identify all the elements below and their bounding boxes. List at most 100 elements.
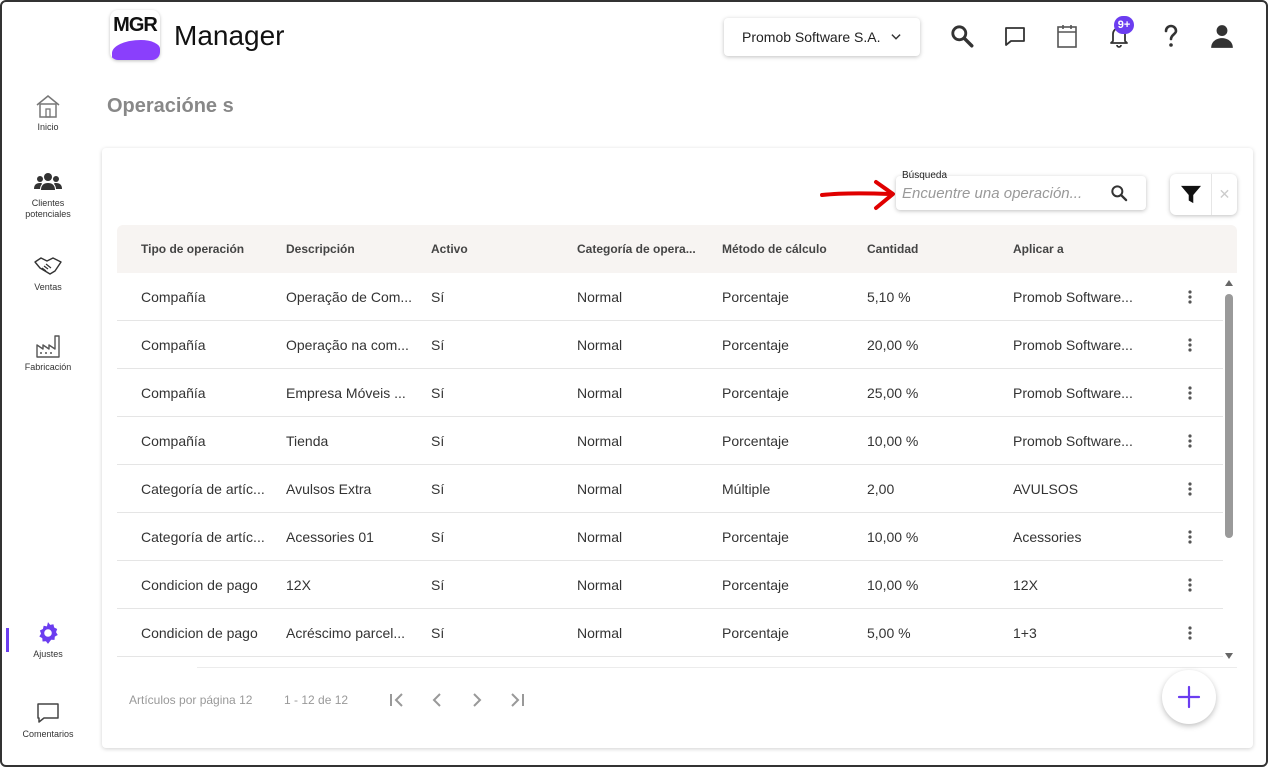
cell-activo: Sí [431, 529, 445, 545]
scroll-up-icon[interactable] [1224, 280, 1234, 290]
column-header[interactable]: Aplicar a [1013, 242, 1143, 256]
gear-icon [8, 619, 88, 647]
cell-tipo: Compañía [141, 289, 206, 305]
cell-activo: Sí [431, 577, 445, 593]
sidebar-item-label: Ajustes [33, 649, 63, 659]
column-header[interactable]: Cantidad [867, 242, 997, 256]
plus-icon [1177, 685, 1201, 709]
column-header[interactable]: Descripción [286, 242, 416, 256]
cell-tipo: Condicion de pago [141, 625, 258, 641]
chat-icon[interactable] [1001, 22, 1029, 50]
calendar-icon[interactable] [1053, 22, 1081, 50]
sidebar-item-ajustes[interactable]: Ajustes [8, 619, 88, 660]
cell-activo: Sí [431, 433, 445, 449]
table-row[interactable]: Compañía Operação de Com... Sí Normal Po… [117, 273, 1223, 321]
more-vert-icon[interactable] [1181, 383, 1199, 403]
cell-categoria: Normal [577, 625, 623, 641]
logo-swoosh [112, 40, 160, 60]
cell-metodo: Múltiple [722, 481, 771, 497]
last-page-icon[interactable] [507, 690, 527, 710]
cell-categoria: Normal [577, 433, 623, 449]
search-icon[interactable] [948, 22, 976, 50]
table-row[interactable]: Compañía Empresa Móveis ... Sí Normal Po… [117, 369, 1223, 417]
people-icon [8, 168, 88, 196]
sidebar-item-comentarios[interactable]: Comentarios [8, 699, 88, 740]
sidebar-item-label: Fabricación [24, 362, 72, 372]
add-operation-button[interactable] [1162, 670, 1216, 724]
more-vert-icon[interactable] [1181, 431, 1199, 451]
column-header[interactable]: Método de cálculo [722, 242, 852, 256]
cell-cantidad: 10,00 % [867, 433, 919, 449]
cell-cantidad: 5,10 % [867, 289, 911, 305]
sidebar-item-fabricacion[interactable]: Fabricación [8, 332, 88, 373]
app-frame: MGR Manager Promob Software S.A. 9+ Inic… [0, 0, 1268, 767]
handshake-icon [8, 252, 88, 280]
home-icon [8, 92, 88, 120]
clear-filter-icon[interactable]: ✕ [1212, 174, 1237, 215]
cell-metodo: Porcentaje [722, 385, 789, 401]
sidebar-item-inicio[interactable]: Inicio [8, 92, 88, 133]
cell-descripcion: Avulsos Extra [286, 481, 372, 497]
search-input[interactable] [902, 182, 1098, 204]
cell-tipo: Condicion de pago [141, 577, 258, 593]
table-row[interactable]: Compañía Tienda Sí Normal Porcentaje 10,… [117, 417, 1223, 465]
scrollbar-thumb[interactable] [1225, 294, 1233, 538]
cell-tipo: Categoría de artíc... [141, 481, 265, 497]
notification-badge: 9+ [1114, 16, 1134, 34]
more-vert-icon[interactable] [1181, 479, 1199, 499]
cell-metodo: Porcentaje [722, 529, 789, 545]
table-row[interactable]: Categoría de artíc... Acessories 01 Sí N… [117, 513, 1223, 561]
page-title: Operacióne s [107, 95, 234, 117]
sidebar-item-label: Inicio [37, 122, 59, 132]
cell-categoria: Normal [577, 481, 623, 497]
more-vert-icon[interactable] [1181, 335, 1199, 355]
cell-aplicar: Promob Software... [1013, 433, 1133, 449]
table-row[interactable]: Compañía Operação na com... Sí Normal Po… [117, 321, 1223, 369]
cell-aplicar: Promob Software... [1013, 289, 1133, 305]
cell-aplicar: Promob Software... [1013, 385, 1133, 401]
app-logo[interactable]: MGR [110, 10, 160, 60]
cell-activo: Sí [431, 385, 445, 401]
table-header: Tipo de operación Descripción Activo Cat… [117, 225, 1237, 273]
user-icon[interactable] [1208, 22, 1236, 50]
factory-icon [8, 332, 88, 360]
cell-metodo: Porcentaje [722, 625, 789, 641]
cell-metodo: Porcentaje [722, 289, 789, 305]
table-row[interactable]: Condicion de pago 12X Sí Normal Porcenta… [117, 561, 1223, 609]
help-icon[interactable] [1157, 22, 1185, 50]
cell-aplicar: AVULSOS [1013, 481, 1079, 497]
cell-cantidad: 5,00 % [867, 625, 911, 641]
app-title: Manager [174, 20, 285, 51]
cell-cantidad: 2,00 [867, 481, 895, 497]
search-submit-icon[interactable] [1108, 182, 1130, 204]
scroll-down-icon[interactable] [1224, 653, 1234, 663]
table-row[interactable]: Condicion de pago Acréscimo parcel... Sí… [117, 609, 1223, 657]
more-vert-icon[interactable] [1181, 527, 1199, 547]
cell-tipo: Compañía [141, 385, 206, 401]
table-row[interactable]: Categoría de artíc... Avulsos Extra Sí N… [117, 465, 1223, 513]
cell-categoria: Normal [577, 337, 623, 353]
cell-activo: Sí [431, 481, 445, 497]
more-vert-icon[interactable] [1181, 575, 1199, 595]
company-name: Promob Software S.A. [742, 29, 881, 45]
cell-cantidad: 10,00 % [867, 529, 919, 545]
cell-cantidad: 25,00 % [867, 385, 919, 401]
prev-page-icon[interactable] [427, 690, 447, 710]
filter-icon[interactable] [1170, 174, 1212, 215]
sidebar-item-ventas[interactable]: Ventas [8, 252, 88, 293]
sidebar-item-clientes[interactable]: Clientes potenciales [8, 168, 88, 220]
cell-categoria: Normal [577, 577, 623, 593]
column-header[interactable]: Tipo de operación [141, 242, 271, 256]
first-page-icon[interactable] [387, 690, 407, 710]
more-vert-icon[interactable] [1181, 623, 1199, 643]
cell-activo: Sí [431, 337, 445, 353]
next-page-icon[interactable] [467, 690, 487, 710]
table-scrollbar[interactable] [1224, 280, 1234, 666]
company-selector[interactable]: Promob Software S.A. [724, 18, 920, 56]
chevron-down-icon [889, 30, 903, 44]
column-header[interactable]: Activo [431, 242, 561, 256]
column-header[interactable]: Categoría de opera... [577, 242, 697, 256]
cell-metodo: Porcentaje [722, 337, 789, 353]
sidebar-item-label: Comentarios [22, 729, 74, 739]
more-vert-icon[interactable] [1181, 287, 1199, 307]
